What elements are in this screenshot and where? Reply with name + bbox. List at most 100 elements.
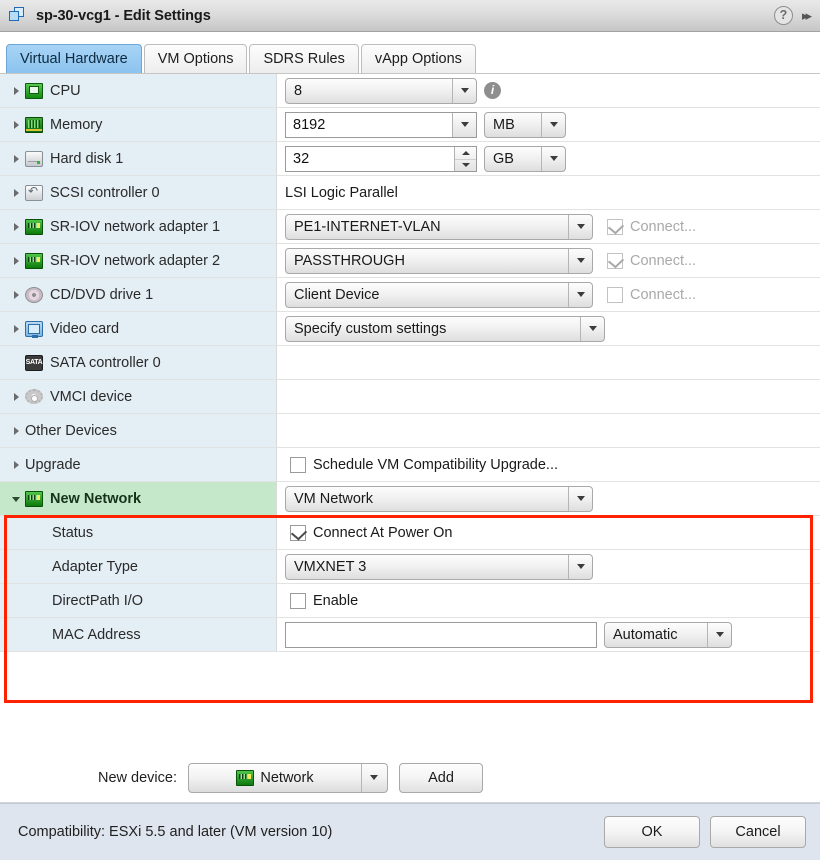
chevron-down-icon[interactable] bbox=[541, 112, 565, 137]
row-value-video-card: Specify custom settings bbox=[277, 312, 820, 345]
disk-size-stepper[interactable] bbox=[454, 146, 476, 171]
chevron-down-icon[interactable] bbox=[707, 622, 731, 647]
memory-unit-dropdown[interactable]: MB bbox=[484, 111, 566, 138]
new-device-dropdown[interactable]: Network bbox=[187, 762, 388, 793]
row-value-scsi-controller: LSI Logic Parallel bbox=[277, 176, 820, 209]
chevron-down-icon[interactable] bbox=[452, 78, 476, 103]
chevron-down-icon[interactable] bbox=[568, 282, 592, 307]
chevron-right-icon[interactable] bbox=[11, 289, 23, 301]
connect-at-power-on-checkbox[interactable]: Connect At Power On bbox=[290, 524, 452, 541]
mac-address-input[interactable] bbox=[285, 621, 597, 648]
sriov2-network-dropdown[interactable]: PASSTHROUGH bbox=[285, 247, 593, 274]
chevron-down-icon[interactable] bbox=[568, 214, 592, 239]
ok-button[interactable]: OK bbox=[604, 816, 700, 848]
row-label-upgrade[interactable]: Upgrade bbox=[0, 448, 277, 481]
cd-dvd-connect-checkbox[interactable]: Connect... bbox=[607, 286, 696, 303]
new-network-dropdown[interactable]: VM Network bbox=[285, 485, 593, 512]
chevron-right-icon[interactable] bbox=[11, 459, 23, 471]
row-label-cpu[interactable]: CPU bbox=[0, 74, 277, 107]
adapter-type-dropdown[interactable]: VMXNET 3 bbox=[285, 553, 593, 580]
row-label-text: Upgrade bbox=[25, 456, 81, 473]
tab-sdrs-rules[interactable]: SDRS Rules bbox=[249, 44, 359, 73]
memory-size-input[interactable]: 8192 bbox=[285, 111, 477, 138]
add-device-button[interactable]: Add bbox=[398, 762, 483, 793]
row-label-sriov-adapter-2[interactable]: SR-IOV network adapter 2 bbox=[0, 244, 277, 277]
row-label-text: VMCI device bbox=[50, 388, 133, 405]
checkbox-icon[interactable] bbox=[290, 456, 306, 473]
cpu-count-dropdown[interactable]: 8 bbox=[285, 77, 477, 104]
vm-windows-icon bbox=[9, 6, 27, 25]
directpath-enable-checkbox[interactable]: Enable bbox=[290, 592, 358, 609]
checkbox-icon[interactable] bbox=[607, 252, 623, 269]
table-row-memory: Memory 8192 MB bbox=[0, 108, 820, 142]
row-label-text: Status bbox=[52, 524, 94, 541]
row-value-upgrade: Schedule VM Compatibility Upgrade... bbox=[277, 448, 820, 481]
chevron-right-icon[interactable] bbox=[11, 255, 23, 267]
tab-virtual-hardware[interactable]: Virtual Hardware bbox=[6, 44, 142, 73]
stepper-down-icon[interactable] bbox=[455, 158, 476, 171]
row-label-video-card[interactable]: Video card bbox=[0, 312, 277, 345]
row-label-memory[interactable]: Memory bbox=[0, 108, 277, 141]
sriov1-connect-checkbox[interactable]: Connect... bbox=[607, 218, 696, 235]
chevron-right-icon[interactable] bbox=[11, 153, 23, 165]
video-settings-dropdown[interactable]: Specify custom settings bbox=[285, 315, 605, 342]
cd-dvd-device-dropdown[interactable]: Client Device bbox=[285, 281, 593, 308]
chevron-down-icon[interactable] bbox=[11, 493, 23, 505]
chevron-down-icon[interactable] bbox=[452, 112, 476, 137]
row-value-sriov-adapter-2: PASSTHROUGH Connect... bbox=[277, 244, 820, 277]
chevron-down-icon[interactable] bbox=[568, 486, 592, 511]
mac-address-mode-dropdown[interactable]: Automatic bbox=[604, 621, 732, 648]
disk-unit-dropdown[interactable]: GB bbox=[484, 145, 566, 172]
chevron-down-icon[interactable] bbox=[580, 316, 604, 341]
row-label-sata-controller[interactable]: SATA SATA controller 0 bbox=[0, 346, 277, 379]
row-label-cd-dvd-drive[interactable]: CD/DVD drive 1 bbox=[0, 278, 277, 311]
row-label-other-devices[interactable]: Other Devices bbox=[0, 414, 277, 447]
network-adapter-icon bbox=[25, 490, 43, 507]
checkbox-icon[interactable] bbox=[607, 218, 623, 235]
chevron-down-icon[interactable] bbox=[360, 763, 387, 792]
table-row-video-card: Video card Specify custom settings bbox=[0, 312, 820, 346]
help-icon[interactable]: ? bbox=[773, 6, 793, 25]
checkbox-icon[interactable] bbox=[290, 524, 306, 541]
chevron-right-icon[interactable] bbox=[11, 391, 23, 403]
stepper-up-icon[interactable] bbox=[455, 147, 476, 159]
row-label-vmci-device[interactable]: VMCI device bbox=[0, 380, 277, 413]
checkbox-icon[interactable] bbox=[607, 286, 623, 303]
row-value-new-network: VM Network bbox=[277, 482, 820, 515]
table-row-new-network: New Network VM Network bbox=[0, 482, 820, 516]
hard-disk-icon bbox=[25, 150, 43, 167]
scsi-controller-icon bbox=[25, 184, 43, 201]
expand-icon[interactable]: ▸▸ bbox=[802, 8, 812, 24]
chevron-right-icon[interactable] bbox=[11, 187, 23, 199]
chevron-down-icon[interactable] bbox=[568, 248, 592, 273]
chevron-down-icon[interactable] bbox=[541, 146, 565, 171]
new-device-selected: Network bbox=[189, 769, 361, 786]
cancel-button[interactable]: Cancel bbox=[710, 816, 806, 848]
row-label-new-network[interactable]: New Network bbox=[0, 482, 277, 515]
checkbox-icon[interactable] bbox=[290, 592, 306, 609]
network-adapter-icon bbox=[236, 769, 255, 786]
row-label-text: SATA controller 0 bbox=[50, 354, 161, 371]
disk-size-input[interactable]: 32 bbox=[285, 145, 477, 172]
chevron-right-icon[interactable] bbox=[11, 119, 23, 131]
row-value-status: Connect At Power On bbox=[277, 516, 820, 549]
row-label-text: Other Devices bbox=[25, 422, 117, 439]
chevron-right-icon[interactable] bbox=[11, 85, 23, 97]
tab-vapp-options[interactable]: vApp Options bbox=[360, 44, 476, 73]
row-label-hard-disk[interactable]: Hard disk 1 bbox=[0, 142, 277, 175]
sriov2-connect-checkbox[interactable]: Connect... bbox=[607, 252, 696, 269]
sriov1-network-dropdown[interactable]: PE1-INTERNET-VLAN bbox=[285, 213, 593, 240]
tab-vm-options[interactable]: VM Options bbox=[143, 44, 248, 73]
chevron-right-icon[interactable] bbox=[11, 221, 23, 233]
row-label-scsi-controller[interactable]: SCSI controller 0 bbox=[0, 176, 277, 209]
row-value-memory: 8192 MB bbox=[277, 108, 820, 141]
chevron-right-icon[interactable] bbox=[11, 323, 23, 335]
chevron-right-icon[interactable] bbox=[11, 425, 23, 437]
row-label-text: Adapter Type bbox=[52, 558, 138, 575]
row-label-sriov-adapter-1[interactable]: SR-IOV network adapter 1 bbox=[0, 210, 277, 243]
row-value-vmci-device bbox=[277, 380, 820, 413]
row-value-hard-disk: 32 GB bbox=[277, 142, 820, 175]
chevron-down-icon[interactable] bbox=[568, 554, 592, 579]
schedule-upgrade-checkbox[interactable]: Schedule VM Compatibility Upgrade... bbox=[290, 456, 558, 473]
info-icon[interactable]: i bbox=[484, 82, 501, 99]
